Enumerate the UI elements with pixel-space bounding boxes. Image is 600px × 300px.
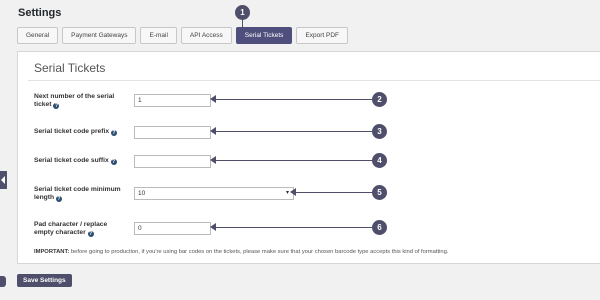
settings-tabs: General Payment Gateways E-mail API Acce…: [17, 27, 349, 44]
suffix-label: Serial ticket code suffix ?: [34, 157, 117, 165]
help-icon[interactable]: ?: [110, 130, 117, 136]
callout-badge-4: 4: [372, 153, 387, 168]
help-icon[interactable]: ?: [110, 159, 117, 165]
suffix-input[interactable]: [134, 155, 211, 168]
callout-arrow-4: [214, 160, 372, 161]
tab-payment-gateways[interactable]: Payment Gateways: [62, 27, 137, 44]
tab-api-access[interactable]: API Access: [180, 27, 232, 44]
callout-arrow-3: [214, 131, 372, 132]
callout-arrow-6: [214, 227, 372, 228]
prefix-label: Serial ticket code prefix ?: [34, 128, 117, 136]
panel-divider: [28, 80, 600, 81]
left-sidebar-edge: [0, 0, 8, 300]
collapse-arrow-icon[interactable]: [0, 171, 7, 189]
save-settings-button[interactable]: Save Settings: [17, 274, 72, 287]
help-icon[interactable]: ?: [53, 103, 60, 109]
tab-export-pdf[interactable]: Export PDF: [296, 27, 349, 44]
callout-arrow-2: [214, 99, 372, 100]
callout-badge-6: 6: [372, 220, 387, 235]
page-title: Settings: [18, 7, 62, 19]
callout-badge-5: 5: [372, 185, 387, 200]
help-icon[interactable]: ?: [55, 196, 62, 202]
panel-title: Serial Tickets: [34, 61, 106, 75]
tab-serial-tickets[interactable]: Serial Tickets: [235, 27, 293, 44]
important-note: IMPORTANT: before going to production, i…: [34, 249, 449, 255]
sidebar-edge-tab[interactable]: [0, 276, 6, 287]
pad-character-input[interactable]: 0: [134, 222, 211, 235]
pad-character-label: Pad character / replace empty character …: [34, 221, 108, 237]
callout-badge-2: 2: [372, 92, 387, 107]
tab-email[interactable]: E-mail: [140, 27, 177, 44]
next-number-input[interactable]: 1: [134, 94, 211, 107]
tab-general[interactable]: General: [17, 27, 59, 44]
chevron-down-icon: ▾: [285, 190, 289, 196]
serial-tickets-panel: Serial Tickets Next number of the serial…: [17, 51, 600, 264]
callout-connector-1: [242, 20, 243, 27]
callout-arrow-5: [294, 192, 372, 193]
min-length-select[interactable]: 10 ▾: [134, 187, 294, 200]
min-length-label: Serial ticket code minimum length ?: [34, 186, 121, 202]
callout-badge-1: 1: [235, 5, 250, 20]
callout-badge-3: 3: [372, 124, 387, 139]
help-icon[interactable]: ?: [87, 231, 94, 237]
prefix-input[interactable]: [134, 126, 211, 139]
next-number-label: Next number of the serial ticket ?: [34, 93, 115, 109]
